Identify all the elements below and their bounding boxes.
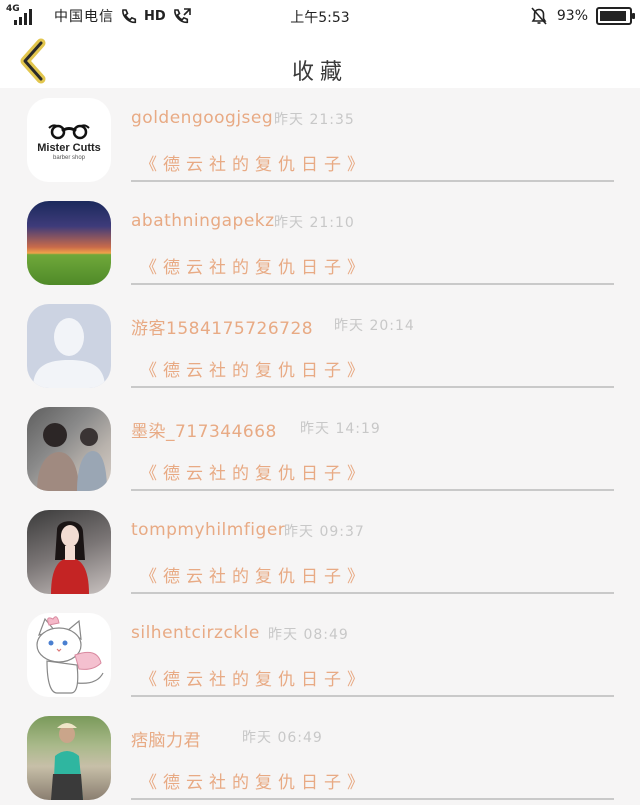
avatar-sub: barber shop bbox=[52, 155, 86, 161]
mute-bell-icon bbox=[531, 7, 547, 25]
divider bbox=[131, 386, 614, 388]
avatar[interactable]: Mister Cutts barber shop bbox=[27, 98, 111, 182]
avatar[interactable] bbox=[27, 407, 111, 491]
story-title-link[interactable]: 《德云社的复仇日子》 bbox=[140, 768, 370, 793]
default-user-icon bbox=[33, 318, 105, 388]
status-right: 93% bbox=[529, 6, 635, 26]
avatar[interactable] bbox=[27, 613, 111, 697]
battery-percent: 93% bbox=[556, 8, 588, 24]
timestamp: 昨天 06:49 bbox=[242, 730, 323, 746]
list-item[interactable]: Mister Cutts barber shop goldengoogjseg … bbox=[0, 88, 640, 191]
avatar[interactable] bbox=[27, 201, 111, 285]
nav-header: 收藏 bbox=[0, 32, 640, 88]
story-title-link[interactable]: 《德云社的复仇日子》 bbox=[140, 150, 370, 175]
user-name: goldengoogjseg bbox=[131, 108, 274, 128]
divider bbox=[131, 798, 614, 800]
timestamp: 昨天 14:19 bbox=[300, 421, 381, 437]
status-bar: 4G 中国电信 HD 上午5:53 93% bbox=[0, 0, 640, 32]
list-item[interactable]: 墨染_717344668 昨天 14:19 《德云社的复仇日子》 bbox=[0, 397, 640, 500]
list-item[interactable]: 痞脑力君 昨天 06:49 《德云社的复仇日子》 bbox=[0, 706, 640, 805]
user-name: 痞脑力君 bbox=[131, 731, 201, 751]
list-item[interactable]: abathningapekz 昨天 21:10 《德云社的复仇日子》 bbox=[0, 191, 640, 294]
divider bbox=[131, 695, 614, 697]
favorites-list: Mister Cutts barber shop goldengoogjseg … bbox=[0, 88, 640, 805]
user-name: 游客1584175726728 bbox=[131, 319, 314, 339]
user-name: abathningapekz bbox=[131, 211, 275, 231]
story-title-link[interactable]: 《德云社的复仇日子》 bbox=[140, 356, 370, 381]
timestamp: 昨天 09:37 bbox=[284, 524, 365, 540]
timestamp: 昨天 21:35 bbox=[274, 112, 355, 128]
avatar[interactable] bbox=[27, 510, 111, 594]
avatar[interactable] bbox=[27, 304, 111, 388]
page-title: 收藏 bbox=[291, 60, 348, 85]
user-name: 墨染_717344668 bbox=[131, 422, 277, 442]
user-name: silhentcirzckle bbox=[131, 623, 260, 643]
list-item[interactable]: silhentcirzckle 昨天 08:49 《德云社的复仇日子》 bbox=[0, 603, 640, 706]
timestamp: 昨天 08:49 bbox=[268, 627, 349, 643]
timestamp: 昨天 21:10 bbox=[274, 215, 355, 231]
story-title-link[interactable]: 《德云社的复仇日子》 bbox=[140, 665, 370, 690]
timestamp: 昨天 20:14 bbox=[334, 318, 415, 334]
divider bbox=[131, 180, 614, 182]
divider bbox=[131, 489, 614, 491]
story-title-link[interactable]: 《德云社的复仇日子》 bbox=[140, 562, 370, 587]
user-name: tompmyhilmfiger bbox=[131, 520, 286, 540]
battery-icon bbox=[596, 7, 635, 25]
divider bbox=[131, 283, 614, 285]
list-item[interactable]: tompmyhilmfiger 昨天 09:37 《德云社的复仇日子》 bbox=[0, 500, 640, 603]
list-item[interactable]: 游客1584175726728 昨天 20:14 《德云社的复仇日子》 bbox=[0, 294, 640, 397]
cat-illustration bbox=[36, 616, 104, 694]
divider bbox=[131, 592, 614, 594]
avatar[interactable] bbox=[27, 716, 111, 800]
avatar-brand: Mister Cutts bbox=[37, 142, 101, 154]
story-title-link[interactable]: 《德云社的复仇日子》 bbox=[140, 253, 370, 278]
story-title-link[interactable]: 《德云社的复仇日子》 bbox=[140, 459, 370, 484]
